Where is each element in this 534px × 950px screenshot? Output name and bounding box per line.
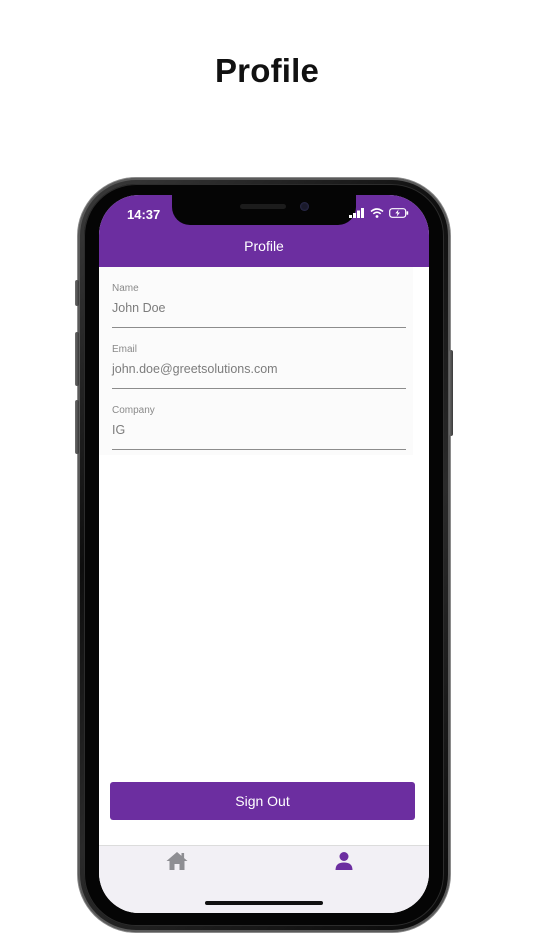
email-field[interactable]: Email john.doe@greetsolutions.com xyxy=(112,344,406,389)
speaker-grille xyxy=(240,204,286,209)
front-camera xyxy=(300,202,309,211)
status-icons xyxy=(349,208,409,218)
silent-switch xyxy=(75,280,79,306)
person-icon xyxy=(335,852,353,870)
power-button xyxy=(449,350,453,436)
wifi-icon xyxy=(370,208,384,218)
home-icon xyxy=(166,852,188,870)
name-value: John Doe xyxy=(112,301,166,315)
company-value: IG xyxy=(112,423,126,437)
app-header: Profile xyxy=(99,229,429,267)
phone-screen: 14:37 Profile Name John Doe Email john.d… xyxy=(99,195,429,913)
header-title: Profile xyxy=(244,238,284,254)
name-label: Name xyxy=(112,283,139,294)
home-indicator xyxy=(205,901,323,905)
name-field[interactable]: Name John Doe xyxy=(112,283,406,328)
battery-charging-icon xyxy=(389,208,409,218)
tab-profile[interactable] xyxy=(333,850,363,874)
company-label: Company xyxy=(112,405,155,416)
tab-home[interactable] xyxy=(165,850,195,874)
volume-up-button xyxy=(75,332,79,386)
email-label: Email xyxy=(112,344,138,355)
page-title: Profile xyxy=(214,52,320,89)
notch xyxy=(172,195,356,225)
volume-down-button xyxy=(75,400,79,454)
signal-icon xyxy=(349,208,364,218)
email-value: john.doe@greetsolutions.com xyxy=(112,362,278,376)
sign-out-button[interactable]: Sign Out xyxy=(110,782,415,820)
status-bar: 14:37 xyxy=(99,195,429,229)
status-time: 14:37 xyxy=(127,207,161,222)
company-field[interactable]: Company IG xyxy=(112,405,406,450)
profile-form: Name John Doe Email john.doe@greetsoluti… xyxy=(99,267,413,455)
